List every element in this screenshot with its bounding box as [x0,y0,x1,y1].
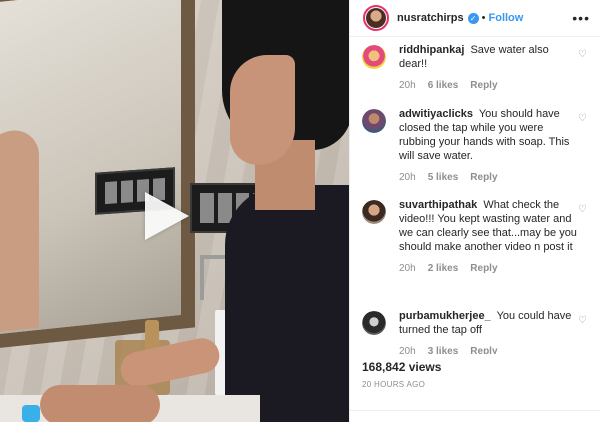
hand-lower [40,385,160,422]
comment-text: suvarthipathak What check the video!!! Y… [399,198,579,254]
comment-meta: 20h 5 likes Reply [399,172,600,183]
like-heart-icon[interactable]: ♡ [578,113,587,124]
comment-likes[interactable]: 6 likes [428,80,459,91]
commenter-avatar[interactable] [362,109,386,133]
add-comment-area[interactable] [350,410,600,422]
play-icon[interactable] [145,192,189,240]
comment-item: riddhipankaj Save water also dear!! 20h … [350,43,600,91]
post-timestamp[interactable]: 20 HOURS AGO [362,380,600,389]
more-options-icon[interactable]: ••• [572,10,590,26]
view-count[interactable]: 168,842 views [362,360,600,374]
comment-text: purbamukherjee_ You could have turned th… [399,309,579,337]
follow-button[interactable]: Follow [489,12,524,24]
separator-dot: • [481,12,486,24]
comment-time[interactable]: 20h [399,80,416,91]
comment-item: adwitiyaclicks You should have closed th… [350,107,600,183]
comment-meta: 20h 3 likes Reply [399,346,600,354]
comment-time[interactable]: 20h [399,172,416,183]
verified-badge-icon: ✓ [467,12,479,24]
comment-likes[interactable]: 5 likes [428,172,459,183]
comment-meta: 20h 6 likes Reply [399,80,600,91]
comment-text: adwitiyaclicks You should have closed th… [399,107,579,163]
woman-face [230,55,295,165]
like-heart-icon[interactable]: ♡ [578,315,587,326]
reply-button[interactable]: Reply [470,263,497,274]
comment-likes[interactable]: 2 likes [428,263,459,274]
comments-list: riddhipankaj Save water also dear!! 20h … [350,37,600,354]
woman-body [225,185,349,422]
like-heart-icon[interactable]: ♡ [578,204,587,215]
comment-username[interactable]: riddhipankaj [399,44,464,56]
comment-username[interactable]: purbamukherjee_ [399,310,491,322]
commenter-avatar[interactable] [362,311,386,335]
comment-time[interactable]: 20h [399,346,416,354]
author-username[interactable]: nusratchirps [397,12,464,24]
comment-username[interactable]: adwitiyaclicks [399,108,473,120]
post-header: nusratchirps ✓ • Follow ••• [350,0,600,37]
mirror-reflection [0,127,39,334]
comment-time[interactable]: 20h [399,263,416,274]
reply-button[interactable]: Reply [470,172,497,183]
reply-button[interactable]: Reply [470,346,497,354]
commenter-avatar[interactable] [362,200,386,224]
comment-meta: 20h 2 likes Reply [399,263,600,274]
comment-item: purbamukherjee_ You could have turned th… [350,309,600,354]
comment-item: suvarthipathak What check the video!!! Y… [350,198,600,274]
reply-button[interactable]: Reply [470,80,497,91]
video-player[interactable] [0,0,349,422]
comment-likes[interactable]: 3 likes [428,346,459,354]
post-stats: 168,842 views 20 HOURS AGO [350,360,600,389]
like-heart-icon[interactable]: ♡ [578,49,587,60]
author-avatar[interactable] [363,5,389,31]
comment-username[interactable]: suvarthipathak [399,199,477,211]
commenter-avatar[interactable] [362,45,386,69]
blue-bottle [22,405,40,422]
comment-text: riddhipankaj Save water also dear!! [399,43,579,71]
post-side-panel: nusratchirps ✓ • Follow ••• riddhipankaj… [349,0,600,422]
